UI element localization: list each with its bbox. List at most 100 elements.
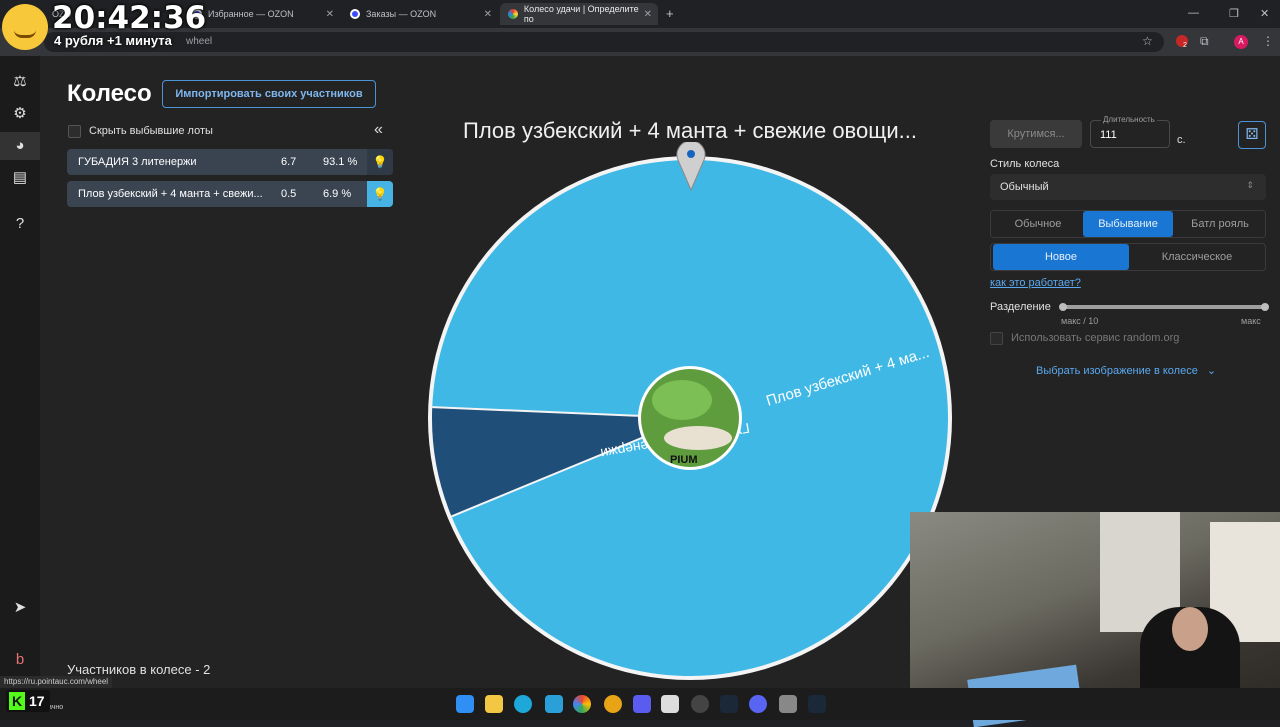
app-icon[interactable] xyxy=(604,695,622,713)
frog-head-shape xyxy=(652,380,712,420)
help-icon[interactable]: ? xyxy=(10,214,30,234)
stream-clock-subtitle: 4 рубля +1 минута xyxy=(54,33,172,48)
emoji-avatar-icon xyxy=(2,4,48,50)
file-explorer-icon[interactable] xyxy=(485,695,503,713)
tab-orders[interactable]: Заказы — OZON ✕ xyxy=(342,3,498,25)
calculator-icon[interactable] xyxy=(779,695,797,713)
lot-percent: 93.1 % xyxy=(323,156,358,168)
gavel-icon[interactable]: ⚖ xyxy=(10,72,30,92)
kick-counter: K 17 xyxy=(6,690,50,712)
tab-mode-elimination[interactable]: Выбывание xyxy=(1083,211,1173,237)
close-icon[interactable]: ✕ xyxy=(326,9,334,20)
wheel[interactable]: Плов узбекский + 4 ма... ГУБАДИЯ 3 литен… xyxy=(420,148,960,688)
puzzle-icon[interactable]: ⧉ xyxy=(1200,34,1209,49)
footer-fragment: ачно xyxy=(48,704,64,711)
frog-hand-shape xyxy=(664,426,732,450)
obs-icon[interactable] xyxy=(691,695,709,713)
split-slider[interactable] xyxy=(1059,303,1269,311)
tab-variant-new[interactable]: Новое xyxy=(993,244,1129,270)
ozon-icon xyxy=(350,9,360,19)
tab-label: Колесо удачи | Определите по xyxy=(523,4,639,24)
how-it-works-link[interactable]: как это работает? xyxy=(990,277,1081,289)
webcam-face-shape xyxy=(1172,607,1208,651)
status-url: https://ru.pointauc.com/wheel xyxy=(0,676,113,688)
edge-icon[interactable] xyxy=(514,695,532,713)
hide-dropped-checkbox[interactable] xyxy=(68,125,81,138)
center-text: PIUM xyxy=(670,454,698,466)
lot-row[interactable]: Плов узбекский + 4 манта + свежи... 0.5 … xyxy=(67,181,393,207)
extension-badge: 2 xyxy=(1183,42,1187,49)
slider-handle[interactable] xyxy=(1261,303,1269,311)
duration-value: 111 xyxy=(1100,129,1117,141)
random-org-checkbox[interactable] xyxy=(990,332,1003,345)
wheel-style-label: Стиль колеса xyxy=(990,158,1060,170)
tab-favorites[interactable]: Избранное — OZON ✕ xyxy=(184,3,340,25)
clipboard-icon[interactable]: ▤ xyxy=(10,168,30,188)
kick-count: 17 xyxy=(29,693,45,709)
participants-count: Участников в колесе - 2 xyxy=(67,662,211,677)
split-min-label: макс / 10 xyxy=(1061,316,1099,326)
tab-mode-normal[interactable]: Обычное xyxy=(993,211,1083,237)
wheel-style-value: Обычный xyxy=(1000,181,1049,193)
split-label: Разделение xyxy=(990,301,1051,313)
telegram-app-icon[interactable] xyxy=(545,695,563,713)
wheel-style-select[interactable]: Обычный ⇕ xyxy=(990,174,1266,200)
wheel-pointer-icon xyxy=(676,142,706,192)
url-field[interactable]: wheel xyxy=(44,32,1164,52)
close-icon[interactable]: ✕ xyxy=(644,9,652,20)
more-menu-icon[interactable]: ⋮ xyxy=(1262,34,1274,48)
random-org-label: Использовать сервис random.org xyxy=(1011,332,1180,344)
discord-icon[interactable] xyxy=(749,695,767,713)
lot-name: Плов узбекский + 4 манта + свежи... xyxy=(78,188,263,200)
collapse-panel-icon[interactable]: « xyxy=(374,121,383,139)
capture-app-icon[interactable] xyxy=(661,695,679,713)
tab-wheel[interactable]: Колесо удачи | Определите по ✕ xyxy=(500,3,658,25)
brand-logo-icon[interactable]: b xyxy=(10,650,30,670)
minimize-icon[interactable]: — xyxy=(1188,7,1199,19)
import-participants-button[interactable]: Импортировать своих участников xyxy=(162,80,376,108)
chevron-down-icon: ⌄ xyxy=(1206,365,1217,377)
spin-button[interactable]: Крутимся... xyxy=(990,120,1082,148)
url-text: wheel xyxy=(186,36,213,47)
window-close-icon[interactable]: ✕ xyxy=(1260,7,1269,20)
choose-image-button[interactable]: Выбрать изображение в колесе ⌄ xyxy=(1036,364,1216,377)
slider-handle[interactable] xyxy=(1059,303,1067,311)
tab-mode-battle-royale[interactable]: Батл рояль xyxy=(1175,211,1265,237)
maximize-icon[interactable]: ❐ xyxy=(1229,7,1239,20)
telegram-icon[interactable]: ➤ xyxy=(10,598,30,618)
lot-row[interactable]: ГУБАДИЯ 3 литенержи 6.7 93.1 % 💡 xyxy=(67,149,393,175)
tab-variant-classic[interactable]: Классическое xyxy=(1129,244,1265,270)
wheel-favicon-icon xyxy=(508,9,518,19)
split-max-label: макс xyxy=(1241,316,1261,326)
wheel-nav-icon[interactable]: ◕ xyxy=(0,132,40,160)
app-sidebar: ⚖ ⚙ ◕ ▤ ? ➤ b xyxy=(0,56,40,688)
lightbulb-icon[interactable]: 💡 xyxy=(367,181,393,207)
duration-label: Длительность xyxy=(1101,115,1157,124)
choose-image-label: Выбрать изображение в колесе xyxy=(1036,365,1198,377)
steam-icon[interactable] xyxy=(808,695,826,713)
lot-amount: 6.7 xyxy=(281,156,297,168)
bookmark-star-icon[interactable]: ☆ xyxy=(1142,34,1153,48)
lot-name: ГУБАДИЯ 3 литенержи xyxy=(78,156,197,168)
stream-clock: 20:42:36 xyxy=(52,0,207,36)
steam-icon[interactable] xyxy=(720,695,738,713)
duration-field[interactable]: Длительность 111 xyxy=(1090,115,1170,148)
gear-icon[interactable]: ⚙ xyxy=(10,104,30,124)
hide-dropped-label: Скрыть выбывшие лоты xyxy=(89,125,213,137)
new-tab-icon[interactable]: + xyxy=(666,6,674,21)
stats-app-icon[interactable] xyxy=(633,695,651,713)
select-arrows-icon: ⇕ xyxy=(1246,180,1254,190)
chrome-icon[interactable] xyxy=(573,695,591,713)
wheel-winner-title: Плов узбекский + 4 манта + свежие овощи.… xyxy=(463,118,917,143)
close-icon[interactable]: ✕ xyxy=(484,9,492,20)
profile-avatar[interactable]: A xyxy=(1234,35,1248,49)
duration-unit: с. xyxy=(1177,134,1186,146)
windows-start-icon[interactable] xyxy=(456,695,474,713)
tab-label: Избранное — OZON xyxy=(208,9,294,19)
lightbulb-icon[interactable]: 💡 xyxy=(367,149,393,175)
variant-tabs: Новое Классическое xyxy=(990,243,1266,271)
mode-tabs: Обычное Выбывание Батл рояль xyxy=(990,210,1266,238)
kick-logo-icon: K xyxy=(9,692,25,710)
page-title: Колесо xyxy=(67,80,152,107)
dice-icon[interactable]: ⚄ xyxy=(1238,121,1266,149)
